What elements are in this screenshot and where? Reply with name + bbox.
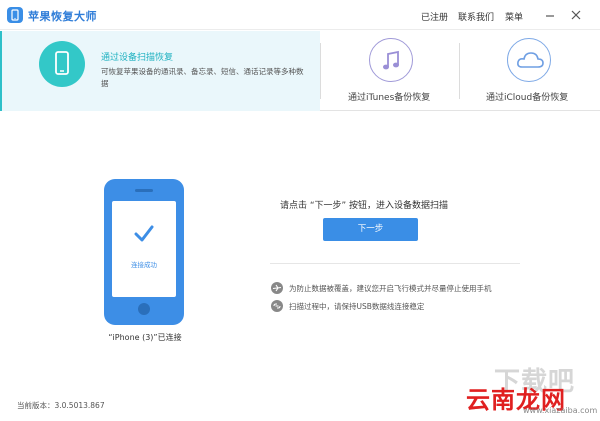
registered-link[interactable]: 已注册	[421, 10, 448, 23]
phone-screen: 连接成功	[112, 201, 176, 297]
minimize-icon[interactable]	[543, 8, 557, 22]
app-logo-icon	[7, 7, 23, 23]
version-label: 当前版本：3.0.5013.867	[17, 401, 105, 410]
close-icon[interactable]	[569, 8, 583, 22]
phone-speaker	[135, 189, 153, 192]
usb-link-icon	[271, 300, 283, 312]
titlebar: 苹果恢复大师 已注册 联系我们 菜单	[0, 0, 600, 30]
recovery-mode-bar: 通过设备扫描恢复 可恢复苹果设备的通讯录、备忘录、短信、通话记录等多种数据 通过…	[0, 31, 600, 111]
watermark-url: www.xiazaiba.com	[523, 406, 598, 415]
mode-device-scan-description: 可恢复苹果设备的通讯录、备忘录、短信、通话记录等多种数据	[101, 67, 304, 88]
airplane-icon	[271, 282, 283, 294]
main-content: 连接成功 “iPhone (3)”已连接 请点击 “下一步” 按钮，进入设备数据…	[0, 112, 600, 421]
instruction-text: 请点击 “下一步” 按钮，进入设备数据扫描	[280, 201, 449, 211]
cloud-icon[interactable]	[507, 38, 551, 82]
phone-icon	[39, 41, 85, 87]
divider	[459, 43, 460, 99]
mode-device-scan-title: 通过设备扫描恢复	[101, 53, 174, 63]
mode-icloud-label[interactable]: 通过iCloud备份恢复	[486, 90, 568, 103]
mode-device-scan[interactable]: 通过设备扫描恢复 可恢复苹果设备的通讯录、备忘录、短信、通话记录等多种数据	[0, 31, 320, 111]
music-note-icon[interactable]	[369, 38, 413, 82]
contact-us-link[interactable]: 联系我们	[458, 10, 494, 23]
connected-phone-illustration: 连接成功	[104, 179, 184, 325]
next-step-button[interactable]: 下一步	[323, 218, 418, 241]
connection-status: 连接成功	[131, 261, 157, 269]
tip-text: 扫描过程中，请保持USB数据线连接稳定	[289, 302, 425, 311]
divider	[320, 43, 321, 99]
phone-home-button	[138, 303, 150, 315]
device-connected-label: “iPhone (3)”已连接	[108, 333, 182, 342]
tip-text: 为防止数据被覆盖，建议您开启飞行模式并尽量停止使用手机	[289, 284, 492, 293]
mode-itunes-label[interactable]: 通过iTunes备份恢复	[348, 90, 430, 103]
menu-link[interactable]: 菜单	[505, 10, 523, 23]
divider	[270, 263, 520, 264]
checkmark-icon	[134, 225, 154, 247]
app-title: 苹果恢复大师	[28, 10, 97, 23]
